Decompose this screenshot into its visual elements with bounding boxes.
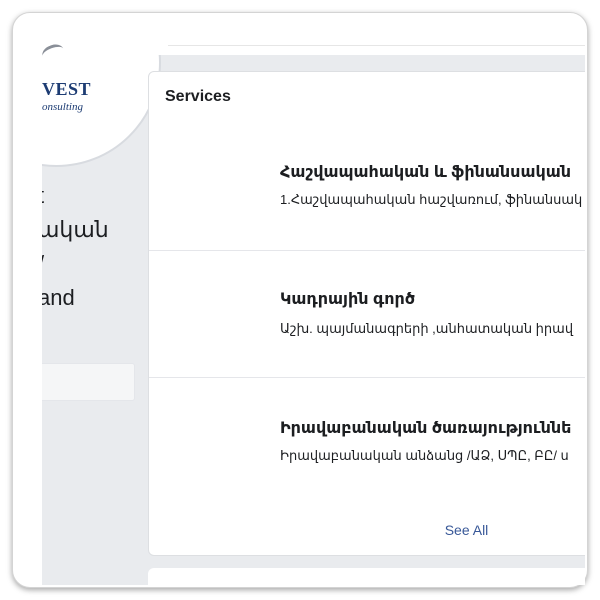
service-description: 1.Հաշվապահական հաշվառում, ֆինանսակ xyxy=(280,192,583,207)
card-divider xyxy=(168,45,585,46)
logo-tagline: onsulting xyxy=(42,101,83,113)
service-title[interactable]: Հաշվապահական և ֆինանսական xyxy=(280,162,571,182)
service-item[interactable]: Կադրային գործ Աշխ. պայմանագրերի ,անհատակ… xyxy=(149,250,585,378)
service-item[interactable]: Իրավաբանական ծառայություննե Իրավաբանական… xyxy=(149,377,585,508)
previous-card xyxy=(148,43,585,55)
page-name-line-2: ական xyxy=(42,217,109,242)
page-action-box[interactable] xyxy=(42,363,135,401)
page-name-line-1: t xyxy=(42,179,118,213)
page-name[interactable]: t ական / and xyxy=(42,179,118,315)
service-item[interactable]: Հաշվապահական և ֆինանսական 1.Հաշվապահական… xyxy=(149,72,585,250)
service-description: Աշխ. պայմանագրերի ,անհատական իրավ xyxy=(280,321,574,336)
next-card xyxy=(148,568,585,585)
service-title[interactable]: Իրավաբանական ծառայություննե xyxy=(280,418,571,438)
page-name-line-4: and xyxy=(42,285,75,310)
logo-brand: VEST xyxy=(42,79,92,99)
see-all-link[interactable]: See All xyxy=(149,522,585,538)
service-title[interactable]: Կադրային գործ xyxy=(280,289,415,309)
page-name-line-3: / xyxy=(42,247,118,281)
services-card: Services Հաշվապահական և ֆինանսական 1.Հաշ… xyxy=(148,71,585,556)
screenshot-frame: VEST onsulting t ական / and Services Հաշ… xyxy=(12,12,588,588)
page-viewport: VEST onsulting t ական / and Services Հաշ… xyxy=(42,43,585,585)
service-description: Իրավաբանական անձանց /ԱՁ, ՍՊԸ, ԲԸ/ ս xyxy=(280,448,569,463)
